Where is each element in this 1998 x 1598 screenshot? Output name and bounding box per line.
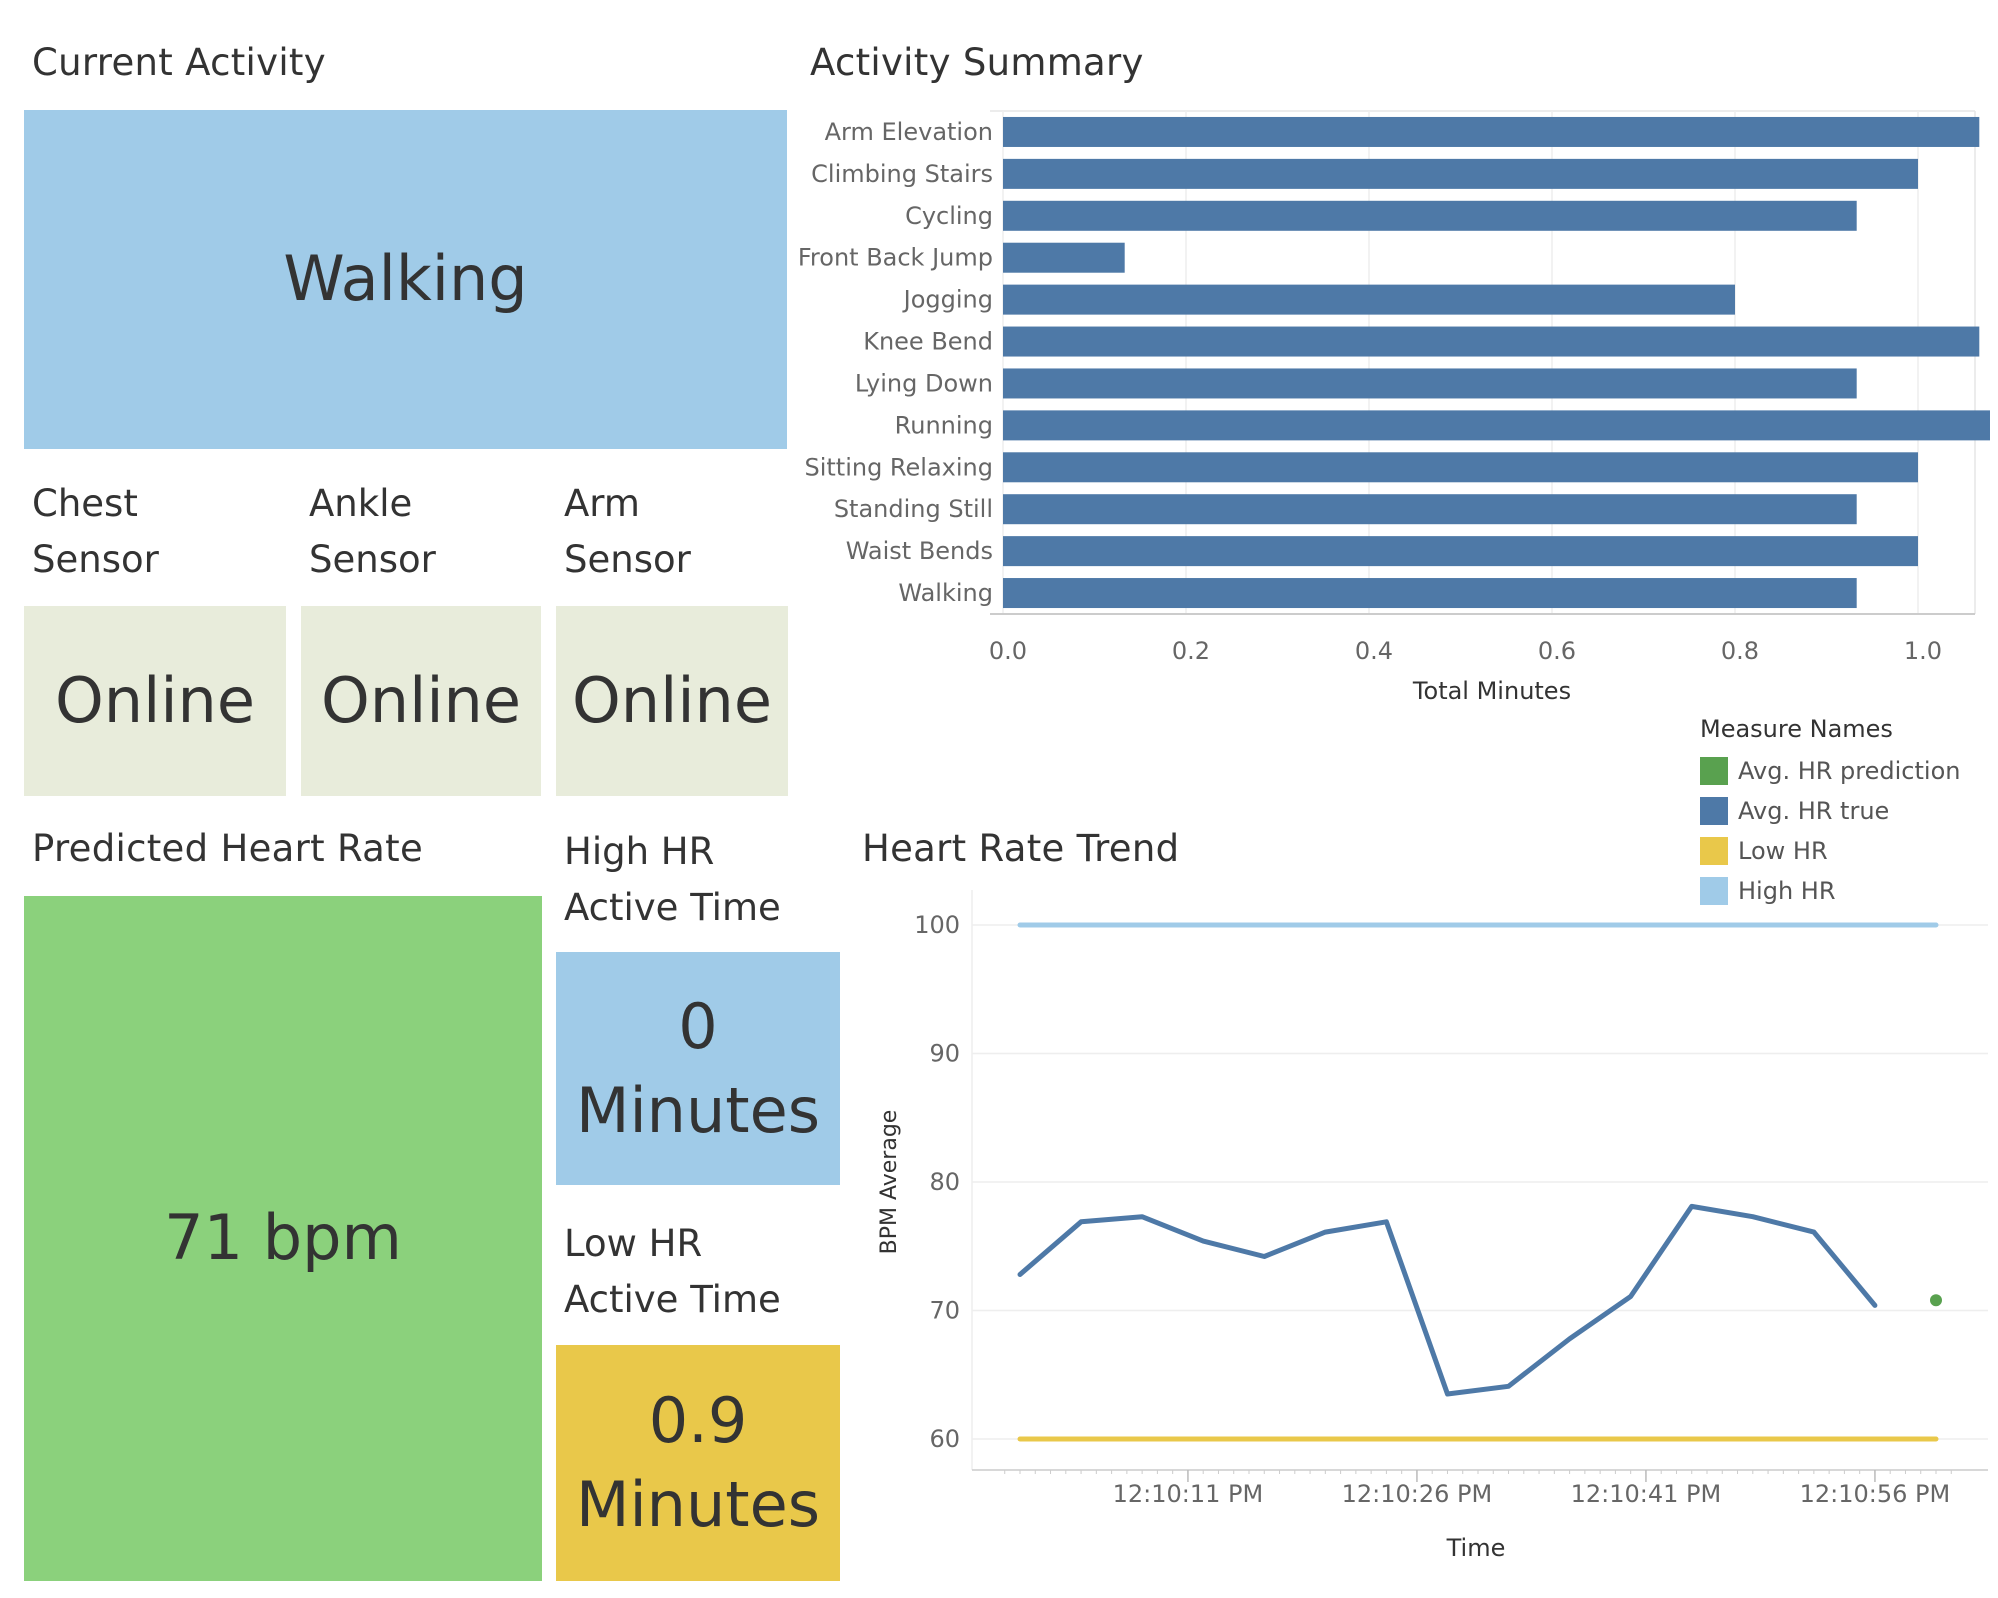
x-tick-label: 12:10:56 PM [1800, 1480, 1951, 1508]
bar-walking [1003, 578, 1857, 609]
x-tick-label: 12:10:41 PM [1571, 1480, 1722, 1508]
y-tick-label: Sitting Relaxing [804, 453, 993, 481]
legend-item: Low HR [1700, 831, 1990, 871]
series-avg-hr-prediction-point [1930, 1294, 1942, 1307]
activity-summary-title: Activity Summary [810, 41, 1144, 84]
bar-cycling [1003, 200, 1857, 231]
legend-item: Avg. HR true [1700, 791, 1990, 831]
low-hr-value: 0.9 Minutes [575, 1384, 821, 1541]
bar-climbing-stairs [1003, 158, 1918, 189]
bar-lying-down [1003, 368, 1857, 399]
y-tick-label: 60 [929, 1425, 960, 1453]
legend-label: Avg. HR true [1738, 797, 1890, 825]
y-tick-label: Waist Bends [846, 537, 993, 565]
legend-label: Avg. HR prediction [1738, 757, 1961, 785]
heart-rate-trend-chart: 60 70 80 90 100 12:10:11 PM 12:10:26 PM 12:10:4… [877, 890, 1988, 1562]
current-activity-tile: Walking [24, 110, 787, 449]
chest-sensor-status: Online [55, 663, 255, 737]
y-tick-label: Walking [898, 579, 993, 607]
bar-knee-bend [1003, 326, 1980, 357]
chest-sensor-title: Chest Sensor [32, 482, 159, 581]
legend-swatch [1700, 757, 1728, 785]
ankle-sensor-status: Online [321, 663, 521, 737]
legend-item: Avg. HR prediction [1700, 751, 1990, 791]
series-avg-hr-true-line [1017, 1203, 1878, 1397]
predicted-heart-rate-title: Predicted Heart Rate [32, 827, 424, 870]
y-tick-label: Knee Bend [863, 328, 993, 356]
y-tick-label: Standing Still [834, 495, 993, 523]
current-activity-value: Walking [283, 242, 528, 316]
chest-sensor-status-tile: Online [24, 606, 286, 796]
bar-sitting-relaxing [1003, 452, 1918, 483]
x-tick-label: 0.8 [1721, 637, 1759, 665]
bar-arm-elevation [1003, 116, 1980, 147]
x-axis-label: Time [1446, 1534, 1506, 1562]
ankle-sensor-title: Ankle Sensor [309, 482, 436, 581]
ankle-sensor-status-tile: Online [301, 606, 541, 796]
legend: Measure Names Avg. HR prediction Avg. HR … [1700, 715, 1990, 911]
legend-item: High HR [1700, 871, 1990, 911]
current-activity-title: Current Activity [32, 41, 326, 84]
x-tick-label: 0.0 [989, 637, 1027, 665]
y-tick-label: Jogging [902, 286, 993, 314]
x-tick-label: 12:10:26 PM [1342, 1480, 1493, 1508]
y-tick-label: Climbing Stairs [811, 160, 993, 188]
high-hr-tile: 0 Minutes [556, 952, 840, 1185]
bar-jogging [1003, 284, 1735, 315]
y-tick-label: Lying Down [855, 369, 993, 397]
predicted-heart-rate-tile: 71 bpm [24, 896, 542, 1581]
bar-standing-still [1003, 494, 1857, 525]
legend-label: Low HR [1738, 837, 1828, 865]
x-tick-label: 12:10:11 PM [1113, 1480, 1264, 1508]
legend-swatch [1700, 797, 1728, 825]
high-hr-title: High HR Active Time [564, 830, 781, 929]
heart-rate-trend-title: Heart Rate Trend [862, 827, 1180, 870]
y-tick-label: Front Back Jump [798, 244, 993, 272]
high-hr-value: 0 Minutes [575, 989, 821, 1147]
y-tick-label: 70 [929, 1297, 960, 1325]
y-tick-label: Cycling [905, 202, 993, 230]
x-tick-label: 0.2 [1172, 637, 1210, 665]
y-tick-label: 80 [929, 1168, 960, 1196]
legend-swatch [1700, 877, 1728, 905]
y-tick-label: Arm Elevation [825, 118, 993, 146]
bar-waist-bends [1003, 536, 1918, 567]
low-hr-title: Low HR Active Time [564, 1222, 781, 1321]
arm-sensor-status-tile: Online [556, 606, 788, 796]
y-tick-label: 100 [914, 911, 960, 939]
legend-label: High HR [1738, 877, 1836, 905]
activity-summary-chart: 0.00.20.40.60.81.01.2Arm ElevationClimbi… [798, 110, 1990, 705]
x-tick-label: 0.4 [1355, 637, 1393, 665]
bar-running [1003, 410, 1990, 441]
x-axis-label: Total Minutes [1412, 677, 1571, 705]
legend-title: Measure Names [1700, 715, 1893, 743]
legend-swatch [1700, 837, 1728, 865]
arm-sensor-status: Online [572, 663, 772, 737]
bar-front-back-jump [1003, 242, 1125, 273]
y-tick-label: 90 [929, 1040, 960, 1068]
y-axis-label: BPM Average [877, 1110, 902, 1255]
predicted-heart-rate-value: 71 bpm [164, 1201, 402, 1275]
x-tick-label: 1.0 [1904, 637, 1942, 665]
y-tick-label: Running [895, 411, 993, 439]
low-hr-tile: 0.9 Minutes [556, 1345, 840, 1581]
arm-sensor-title: Arm Sensor [564, 482, 691, 581]
x-tick-label: 0.6 [1538, 637, 1576, 665]
